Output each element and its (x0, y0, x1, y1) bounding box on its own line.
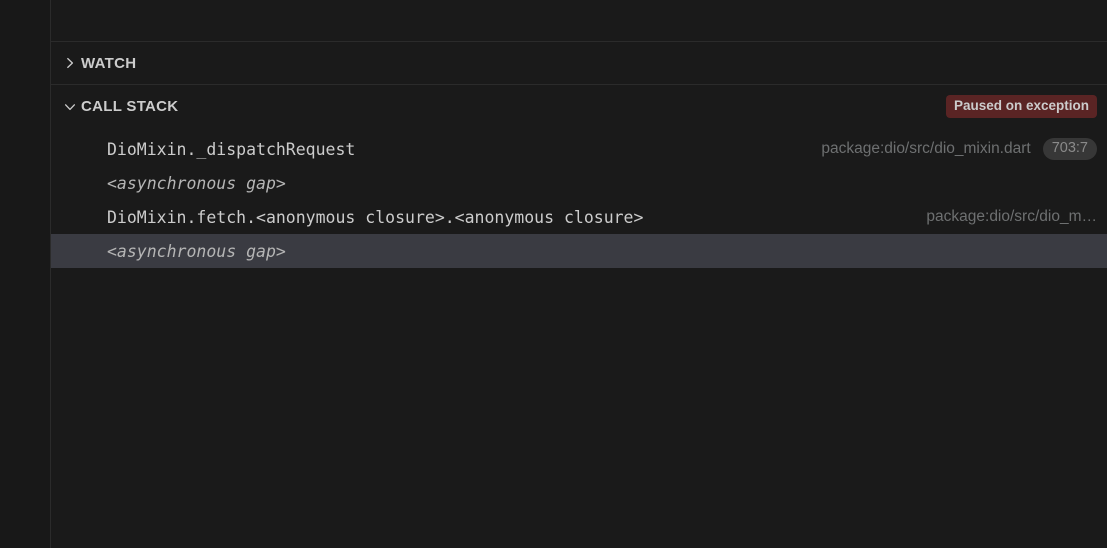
call-stack-frame-row[interactable]: <asynchronous gap> (51, 234, 1107, 268)
section-header-watch[interactable]: WATCH (51, 42, 1107, 85)
debug-panel-window: WATCH CALL STACK Paused on exception Dio… (0, 0, 1107, 548)
status-badge-paused-on-exception: Paused on exception (945, 95, 1097, 118)
call-stack-frame-row[interactable]: DioMixin.fetch.<anonymous closure>.<anon… (51, 200, 1107, 234)
frame-function-name: DioMixin._dispatchRequest (107, 139, 356, 159)
section-header-call-stack[interactable]: CALL STACK Paused on exception (51, 85, 1107, 128)
chevron-down-icon[interactable] (59, 96, 81, 118)
call-stack-frame-row[interactable]: <asynchronous gap> (51, 166, 1107, 200)
side-rail-strip (0, 0, 51, 548)
frame-source-path: package:dio/src/dio_m… (926, 208, 1097, 225)
call-stack-frame-list[interactable]: DioMixin._dispatchRequest package:dio/src… (51, 128, 1107, 548)
panel-top-spacer (51, 0, 1107, 42)
section-title-call-stack: CALL STACK (81, 98, 179, 115)
frame-source-path: package:dio/src/dio_mixin.dart (821, 140, 1031, 157)
frame-function-name: DioMixin.fetch.<anonymous closure>.<anon… (107, 207, 644, 227)
frame-async-gap-label: <asynchronous gap> (107, 173, 286, 193)
section-title-watch: WATCH (81, 54, 137, 72)
chevron-right-icon[interactable] (59, 52, 81, 74)
frame-line-column-badge: 703:7 (1042, 137, 1097, 161)
debug-sidebar: WATCH CALL STACK Paused on exception Dio… (51, 0, 1107, 548)
call-stack-frame-row[interactable]: DioMixin._dispatchRequest package:dio/src… (51, 132, 1107, 166)
frame-async-gap-label: <asynchronous gap> (107, 241, 286, 261)
